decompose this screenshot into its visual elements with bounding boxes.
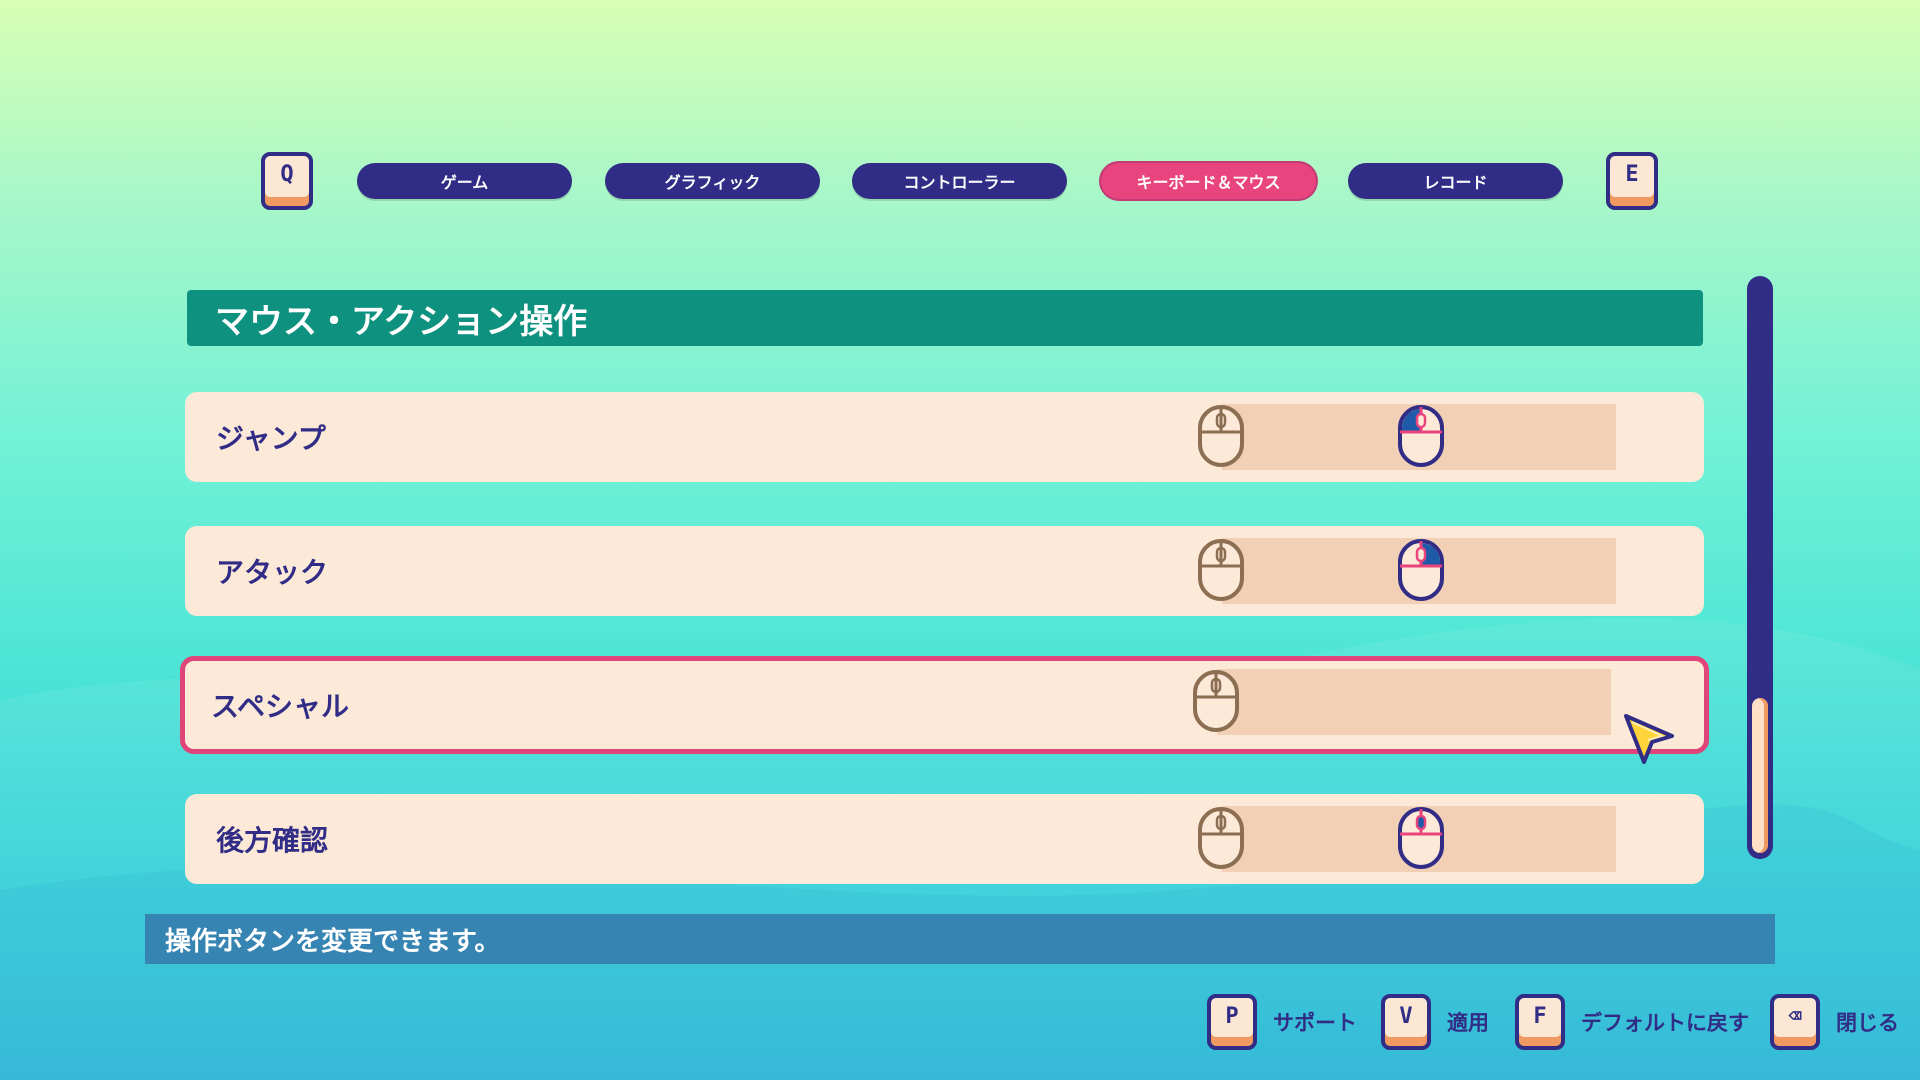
- reset-default-label: デフォルトに戻す: [1581, 1011, 1749, 1035]
- description-bar: 操作ボタンを変更できます。: [145, 914, 1775, 964]
- apply-prompt[interactable]: V 適用: [1381, 994, 1489, 1050]
- backspace-key-icon: ⌫: [1770, 994, 1820, 1050]
- scrollbar-thumb[interactable]: [1752, 698, 1768, 853]
- binding-row-attack[interactable]: アタック: [185, 526, 1704, 616]
- section-title: マウス・アクション操作: [187, 290, 1703, 346]
- mouse-unassigned-icon[interactable]: [1197, 404, 1245, 470]
- key-p: P: [1207, 994, 1257, 1050]
- mouse-unassigned-icon[interactable]: [1197, 806, 1245, 872]
- prev-tab-key-q[interactable]: Q: [261, 152, 313, 210]
- row-label: スペシャル: [211, 690, 350, 723]
- tab-records[interactable]: レコード: [1348, 163, 1563, 199]
- row-label: 後方確認: [216, 824, 329, 857]
- close-prompt[interactable]: ⌫ 閉じる: [1770, 994, 1899, 1050]
- key-f: F: [1515, 994, 1565, 1050]
- tab-keyboard-mouse[interactable]: キーボード＆マウス: [1101, 163, 1316, 199]
- key-v: V: [1381, 994, 1431, 1050]
- tab-graphics[interactable]: グラフィック: [605, 163, 820, 199]
- apply-label: 適用: [1447, 1011, 1489, 1035]
- row-label: アタック: [216, 556, 329, 589]
- pointer-cursor-icon: [1624, 714, 1674, 764]
- scrollbar-track[interactable]: [1747, 276, 1773, 859]
- mouse-left-button-icon[interactable]: [1397, 404, 1445, 470]
- support-label: サポート: [1273, 1011, 1357, 1035]
- reset-default-prompt[interactable]: F デフォルトに戻す: [1515, 994, 1749, 1050]
- mouse-right-button-icon[interactable]: [1397, 538, 1445, 604]
- tab-controller[interactable]: コントローラー: [852, 163, 1067, 199]
- mouse-unassigned-icon[interactable]: [1192, 669, 1240, 735]
- binding-row-look-back[interactable]: 後方確認: [185, 794, 1704, 884]
- mouse-wheel-button-icon[interactable]: [1397, 806, 1445, 872]
- binding-slot-area: [1217, 669, 1611, 735]
- close-label: 閉じる: [1836, 1011, 1899, 1035]
- tab-game[interactable]: ゲーム: [357, 163, 572, 199]
- support-prompt[interactable]: P サポート: [1207, 994, 1357, 1050]
- binding-row-special[interactable]: スペシャル: [180, 656, 1709, 754]
- next-tab-key-e[interactable]: E: [1606, 152, 1658, 210]
- binding-row-jump[interactable]: ジャンプ: [185, 392, 1704, 482]
- row-label: ジャンプ: [216, 422, 326, 455]
- mouse-unassigned-icon[interactable]: [1197, 538, 1245, 604]
